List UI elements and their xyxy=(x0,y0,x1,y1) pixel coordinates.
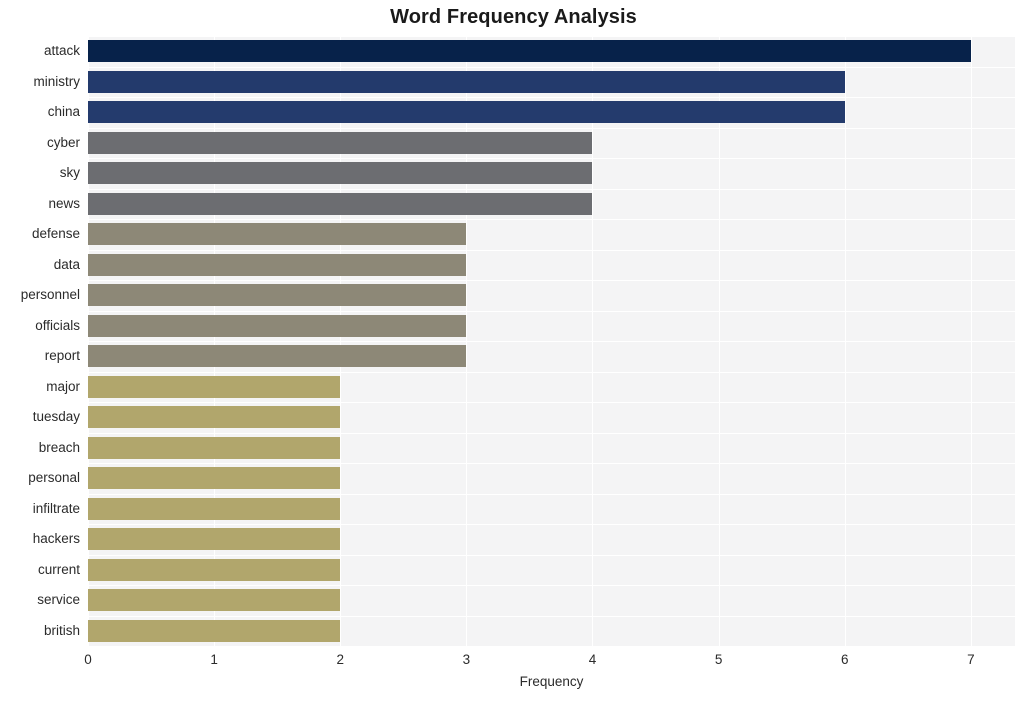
x-tick-label: 4 xyxy=(588,652,597,667)
bar xyxy=(88,101,845,124)
y-axis: attack ministry china cyber sky news defense da… xyxy=(0,36,80,646)
bar-series xyxy=(88,36,1015,646)
x-tick-label: 2 xyxy=(336,652,344,667)
x-tick-label: 0 xyxy=(84,652,92,667)
chart-figure: Word Frequency Analysis attack ministry ch… xyxy=(0,0,1027,701)
y-tick-label: current xyxy=(37,561,80,577)
bar xyxy=(88,131,593,154)
bar xyxy=(88,436,341,459)
y-tick-label: british xyxy=(43,622,80,638)
x-tick-label: 1 xyxy=(210,652,218,667)
bar xyxy=(88,223,467,246)
y-tick-label: tuesday xyxy=(32,409,80,425)
bar xyxy=(88,314,467,337)
y-tick-label: news xyxy=(48,195,80,211)
y-tick-label: china xyxy=(47,104,80,120)
y-tick-label: ministry xyxy=(33,73,81,89)
bar xyxy=(88,345,467,368)
bar xyxy=(88,528,341,551)
y-tick-label: hackers xyxy=(32,531,80,547)
bar xyxy=(88,162,593,185)
y-tick-label: report xyxy=(44,348,80,364)
x-axis: 0 1 2 3 4 5 6 7 xyxy=(84,646,1015,676)
x-tick-label: 6 xyxy=(840,652,849,667)
bar xyxy=(88,284,467,307)
x-tick-label: 7 xyxy=(967,652,975,667)
y-tick-label: infiltrate xyxy=(32,500,80,516)
bar xyxy=(88,589,341,612)
y-tick-label: major xyxy=(46,378,80,394)
y-tick-label: sky xyxy=(59,165,80,181)
y-tick-label: cyber xyxy=(46,134,80,150)
bar xyxy=(88,253,467,276)
y-tick-label: officials xyxy=(35,317,80,333)
y-tick-label: defense xyxy=(31,226,80,242)
y-tick-label: service xyxy=(37,592,80,608)
bar xyxy=(88,40,971,63)
bar xyxy=(88,70,845,93)
y-tick-label: personnel xyxy=(20,287,80,303)
y-tick-label: breach xyxy=(38,439,80,455)
bar xyxy=(88,375,341,398)
bar xyxy=(88,497,341,520)
bar xyxy=(88,558,341,581)
chart-title: Word Frequency Analysis xyxy=(390,6,637,28)
x-tick-label: 3 xyxy=(462,652,471,667)
y-tick-label: personal xyxy=(28,470,80,486)
bar xyxy=(88,406,341,429)
y-tick-label: attack xyxy=(43,43,80,59)
bar xyxy=(88,619,341,642)
plot-area xyxy=(88,36,1015,647)
bar xyxy=(88,192,593,215)
x-tick-label: 5 xyxy=(714,652,723,667)
bar xyxy=(88,467,341,490)
x-axis-label: Frequency xyxy=(519,674,584,689)
y-tick-label: data xyxy=(53,256,80,272)
